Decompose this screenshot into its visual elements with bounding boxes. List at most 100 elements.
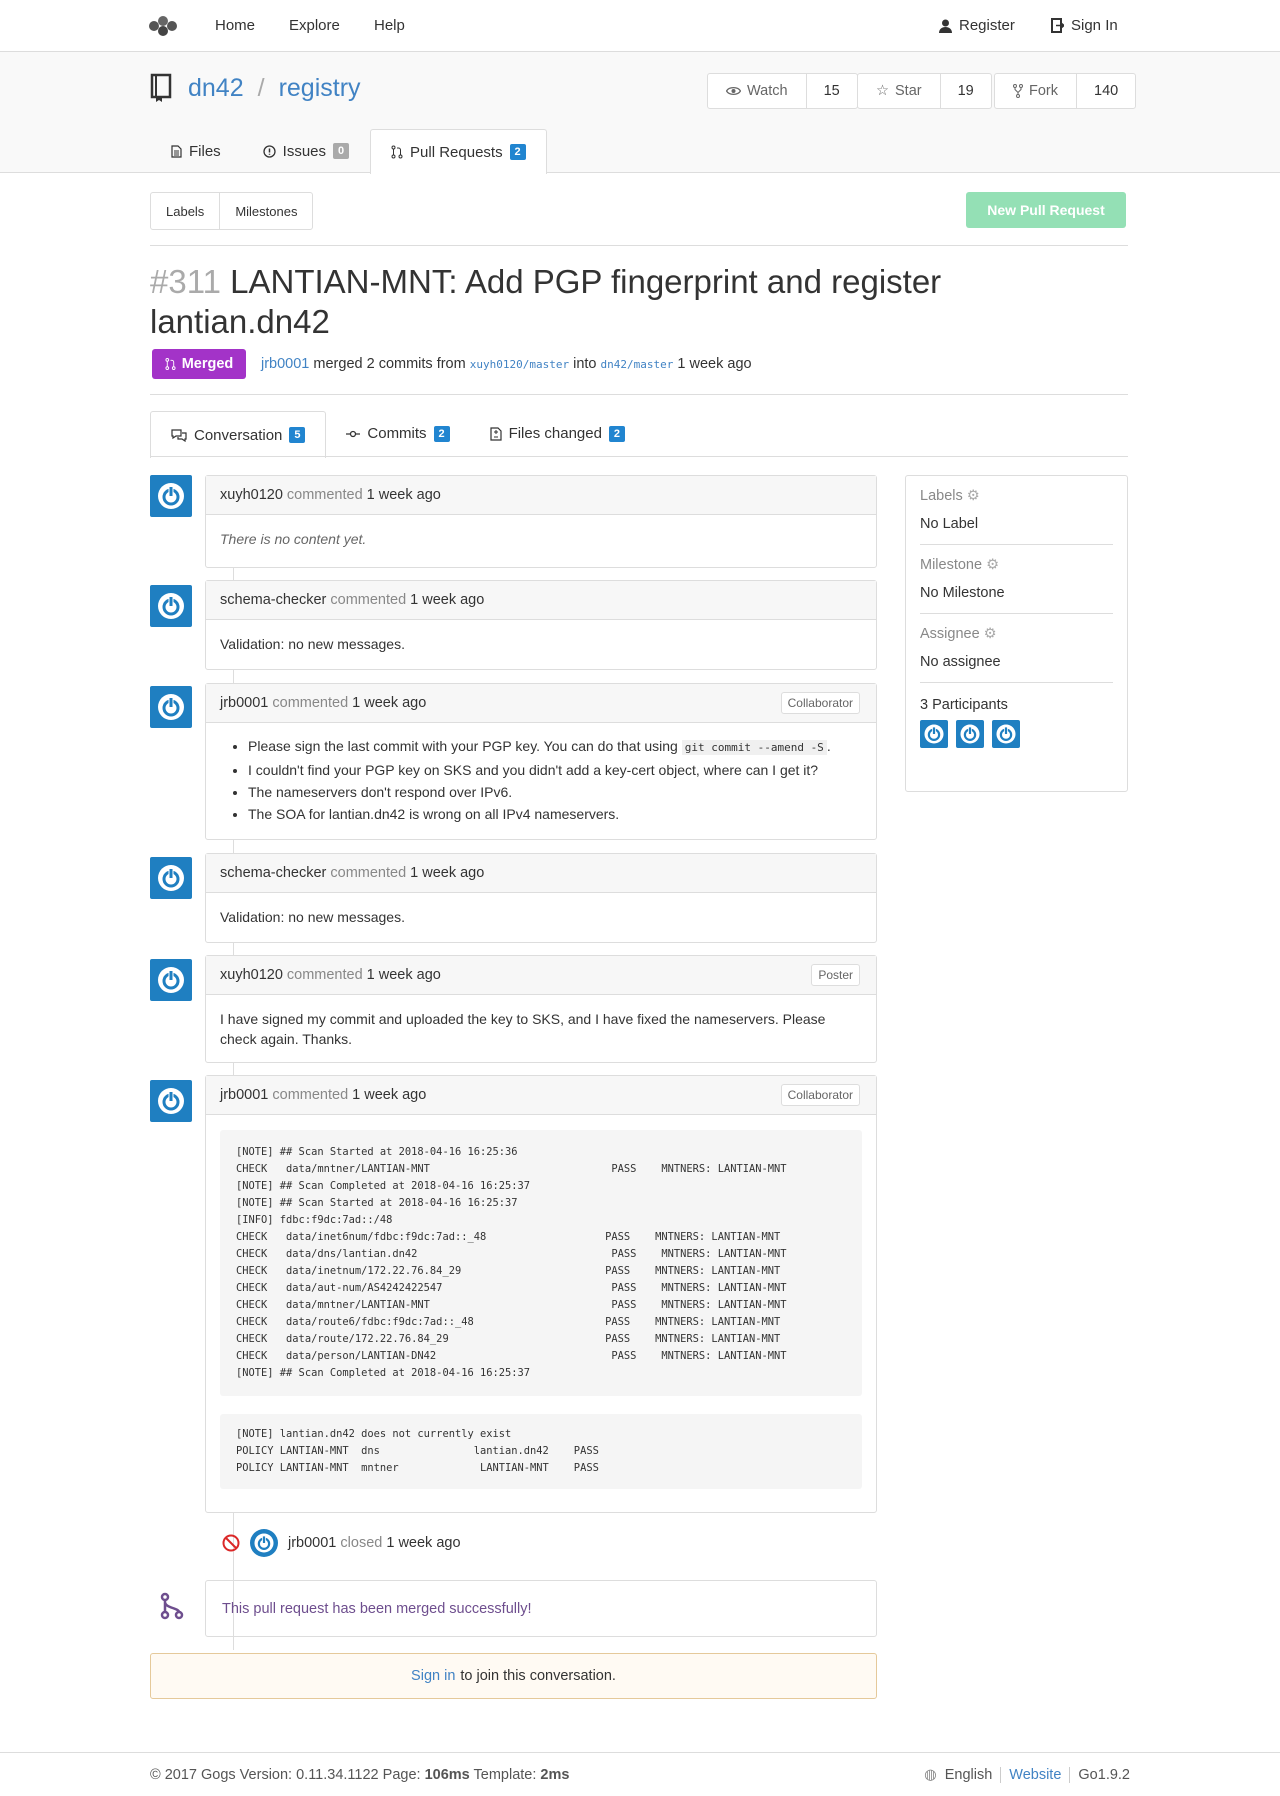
tab-commits[interactable]: Commits 2 bbox=[326, 410, 469, 457]
nav-help[interactable]: Help bbox=[374, 17, 405, 34]
comment: xuyh0120 commented 1 week ago Poster I h… bbox=[205, 955, 877, 1063]
comment-author[interactable]: xuyh0120 bbox=[220, 967, 283, 983]
collaborator-badge: Collaborator bbox=[780, 1084, 860, 1106]
fork-button-group: Fork 140 bbox=[994, 73, 1137, 109]
comment-author[interactable]: xuyh0120 bbox=[220, 487, 283, 503]
comment-author[interactable]: jrb0001 bbox=[220, 1087, 268, 1103]
merge-icon bbox=[160, 1592, 184, 1620]
repo-owner-link[interactable]: dn42 bbox=[188, 74, 244, 103]
avatar[interactable] bbox=[920, 720, 948, 748]
comment-author[interactable]: jrb0001 bbox=[220, 695, 268, 711]
avatar[interactable] bbox=[150, 1080, 192, 1122]
tab-files-changed[interactable]: Files changed 2 bbox=[470, 410, 645, 457]
gear-icon[interactable]: ⚙ bbox=[967, 488, 980, 504]
avatar[interactable] bbox=[150, 686, 192, 728]
avatar[interactable] bbox=[150, 959, 192, 1001]
tab-conversation[interactable]: Conversation 5 bbox=[150, 411, 327, 458]
avatar[interactable] bbox=[150, 585, 192, 627]
website-link[interactable]: Website bbox=[1009, 1767, 1061, 1783]
star-button[interactable]: ☆ Star bbox=[858, 74, 941, 108]
comment: xuyh0120 commented 1 week ago There is n… bbox=[205, 475, 877, 568]
footer: © 2017 Gogs Version: 0.11.34.1122 Page: … bbox=[0, 1752, 1280, 1796]
tab-files[interactable]: Files bbox=[150, 128, 242, 173]
issues-count-badge: 0 bbox=[333, 143, 350, 159]
repo-book-icon bbox=[150, 73, 172, 102]
repo-separator: / bbox=[257, 73, 265, 102]
conversation-count-badge: 5 bbox=[289, 427, 306, 443]
comment-action: commented bbox=[286, 487, 363, 503]
comment-action: commented bbox=[272, 1087, 349, 1103]
sign-in-link[interactable]: Sign in bbox=[411, 1668, 455, 1684]
closer-link[interactable]: jrb0001 bbox=[288, 1535, 336, 1551]
collaborator-badge: Collaborator bbox=[780, 692, 860, 714]
files-changed-count-badge: 2 bbox=[608, 425, 625, 442]
sign-in-prompt: Sign in to join this conversation. bbox=[150, 1653, 877, 1699]
language-selector[interactable]: English bbox=[945, 1767, 993, 1783]
avatar[interactable] bbox=[150, 857, 192, 899]
comment-time: 1 week ago bbox=[410, 592, 485, 608]
tab-pull-requests[interactable]: Pull Requests 2 bbox=[370, 129, 547, 174]
new-pull-request-button[interactable]: New Pull Request bbox=[966, 192, 1126, 228]
power-avatar-icon bbox=[924, 724, 944, 744]
merger-link[interactable]: jrb0001 bbox=[261, 356, 309, 372]
comments-icon bbox=[171, 428, 187, 442]
pr-number: #311 bbox=[150, 263, 221, 300]
footer-template-label: Template: bbox=[473, 1767, 537, 1783]
avatar[interactable] bbox=[150, 475, 192, 517]
eye-icon bbox=[726, 86, 741, 96]
gogs-logo-icon[interactable] bbox=[148, 14, 178, 38]
ban-icon bbox=[222, 1534, 240, 1552]
labels-button[interactable]: Labels bbox=[151, 193, 219, 229]
comment-time: 1 week ago bbox=[410, 865, 485, 881]
avatar[interactable] bbox=[956, 720, 984, 748]
milestones-button[interactable]: Milestones bbox=[219, 193, 312, 229]
comment-list: Please sign the last commit with your PG… bbox=[220, 735, 862, 825]
comment-action: commented bbox=[286, 967, 363, 983]
fork-count[interactable]: 140 bbox=[1077, 74, 1135, 108]
comment-author[interactable]: schema-checker bbox=[220, 865, 326, 881]
power-avatar-icon bbox=[158, 967, 184, 993]
inline-code: git commit --amend -S bbox=[681, 740, 827, 755]
file-text-icon bbox=[171, 144, 182, 158]
base-branch-link[interactable]: dn42/master bbox=[601, 358, 674, 371]
power-avatar-icon bbox=[158, 1088, 184, 1114]
divider bbox=[1069, 1767, 1071, 1783]
nav-register[interactable]: Register bbox=[939, 17, 1015, 34]
fork-label: Fork bbox=[1029, 83, 1058, 99]
register-label: Register bbox=[959, 17, 1015, 34]
watch-button[interactable]: Watch bbox=[708, 74, 807, 108]
list-item: Please sign the last commit with your PG… bbox=[248, 735, 862, 759]
tab-issues-label: Issues bbox=[282, 142, 327, 160]
star-icon: ☆ bbox=[876, 83, 889, 99]
footer-copyright: © 2017 Gogs Version: 0.11.34.1122 Page: bbox=[150, 1767, 421, 1783]
assignee-title[interactable]: Assignee ⚙ bbox=[920, 626, 1113, 642]
repo-header: dn42 / registry Watch 15 ☆ Star 19 Fork … bbox=[0, 52, 1280, 174]
gear-icon[interactable]: ⚙ bbox=[984, 626, 997, 642]
code-block-scan-log: [NOTE] ## Scan Started at 2018-04-16 16:… bbox=[220, 1130, 862, 1396]
avatar[interactable] bbox=[992, 720, 1020, 748]
comment-header: xuyh0120 commented 1 week ago bbox=[206, 476, 876, 515]
power-avatar-icon bbox=[254, 1533, 274, 1553]
milestone-title[interactable]: Milestone ⚙ bbox=[920, 557, 1113, 573]
tab-files-changed-label: Files changed bbox=[508, 425, 602, 442]
repo-name-link[interactable]: registry bbox=[279, 74, 361, 103]
merge-icon bbox=[165, 358, 176, 370]
nav-home[interactable]: Home bbox=[215, 17, 255, 34]
tab-issues[interactable]: Issues 0 bbox=[242, 128, 370, 173]
star-count[interactable]: 19 bbox=[941, 74, 991, 108]
comment-header: schema-checker commented 1 week ago bbox=[206, 854, 876, 893]
comment: jrb0001 commented 1 week ago Collaborato… bbox=[205, 1075, 877, 1513]
watch-count[interactable]: 15 bbox=[807, 74, 857, 108]
comment-action: commented bbox=[330, 865, 407, 881]
fork-button[interactable]: Fork bbox=[995, 74, 1077, 108]
labels-title[interactable]: Labels ⚙ bbox=[920, 488, 1113, 504]
head-branch-link[interactable]: xuyh0120/master bbox=[470, 358, 569, 371]
nav-sign-in[interactable]: Sign In bbox=[1051, 17, 1118, 34]
nav-explore[interactable]: Explore bbox=[289, 17, 340, 34]
comment-author[interactable]: schema-checker bbox=[220, 592, 326, 608]
gear-icon[interactable]: ⚙ bbox=[986, 557, 999, 573]
watch-button-group: Watch 15 bbox=[707, 73, 858, 109]
labels-milestones-menu: Labels Milestones bbox=[150, 192, 314, 230]
list-item-text: Please sign the last commit with your PG… bbox=[248, 738, 678, 754]
avatar[interactable] bbox=[250, 1529, 278, 1557]
